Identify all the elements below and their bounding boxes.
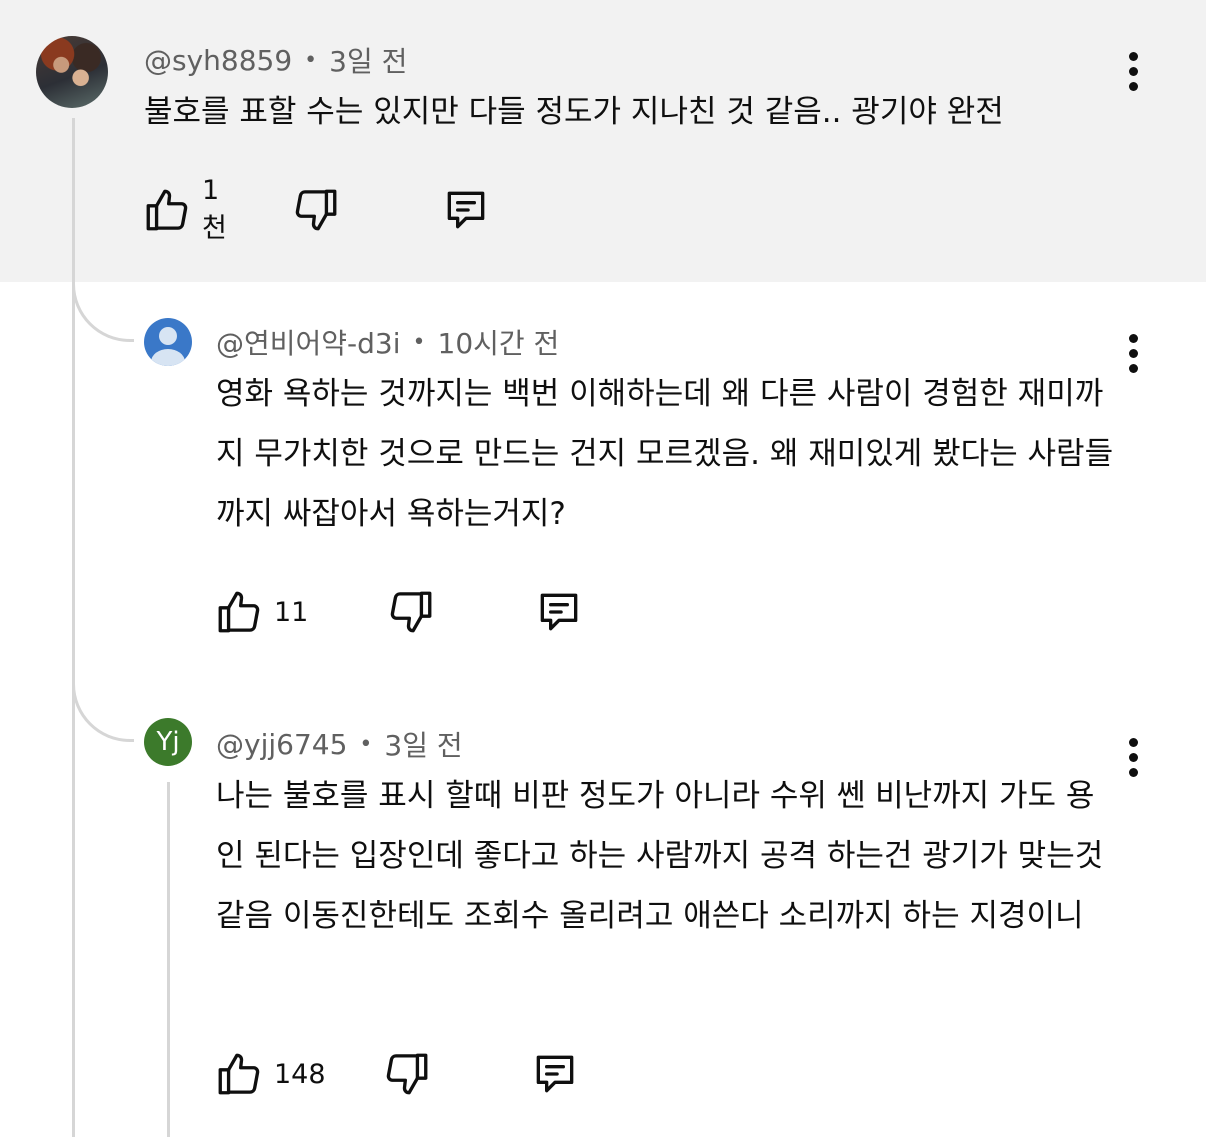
comment-meta: @syh8859 • 3일 전 [144, 40, 407, 80]
separator-dot: • [359, 731, 373, 757]
comment-text: 불호를 표할 수는 있지만 다들 정도가 지나친 것 같음.. 광기야 완전 [144, 94, 1004, 130]
author-name[interactable]: @연비어약-d3i [216, 322, 401, 362]
thread-line-reply-2 [167, 782, 170, 1137]
like-count: 1천 [202, 175, 227, 244]
separator-dot: • [412, 329, 426, 355]
more-vertical-icon[interactable] [1124, 52, 1144, 92]
comment-text: 영화 욕하는 것까지는 백번 이해하는데 왜 다른 사람이 경험한 재미까지 무… [216, 376, 1114, 532]
comment-actions: 11 [214, 586, 584, 638]
thumbs-up-icon[interactable] [142, 185, 192, 235]
timestamp[interactable]: 3일 전 [329, 40, 407, 80]
thread-connector-reply-1 [72, 282, 134, 342]
reply-icon[interactable] [530, 1049, 580, 1099]
timestamp[interactable]: 10시간 전 [438, 322, 560, 362]
author-name[interactable]: @syh8859 [144, 44, 292, 77]
comment-text: 나는 불호를 표시 할때 비판 정도가 아니라 수위 쎈 비난까지 가도 용인 … [216, 778, 1104, 934]
timestamp[interactable]: 3일 전 [384, 724, 462, 764]
avatar[interactable] [144, 318, 192, 366]
person-icon [159, 327, 177, 345]
thumbs-down-icon[interactable] [382, 1049, 432, 1099]
reply-icon[interactable] [441, 185, 491, 235]
comment-actions: 148 [214, 1048, 580, 1100]
thumbs-up-icon[interactable] [214, 1049, 264, 1099]
comment-meta: @yjj6745 • 3일 전 [216, 724, 463, 764]
avatar[interactable] [36, 36, 108, 108]
thumbs-down-icon[interactable] [291, 185, 341, 235]
thread-connector-reply-2 [72, 682, 134, 742]
more-vertical-icon[interactable] [1124, 738, 1144, 778]
comment-actions: 1천 [142, 175, 491, 244]
reply-icon[interactable] [534, 587, 584, 637]
thread-line-main [72, 118, 75, 1137]
like-count: 11 [274, 596, 309, 628]
comment-meta: @연비어약-d3i • 10시간 전 [216, 322, 559, 362]
avatar[interactable]: Yj [144, 718, 192, 766]
thumbs-up-icon[interactable] [214, 587, 264, 637]
separator-dot: • [304, 47, 318, 73]
thumbs-down-icon[interactable] [386, 587, 436, 637]
more-vertical-icon[interactable] [1124, 334, 1144, 374]
like-count: 148 [274, 1058, 326, 1090]
author-name[interactable]: @yjj6745 [216, 728, 347, 761]
